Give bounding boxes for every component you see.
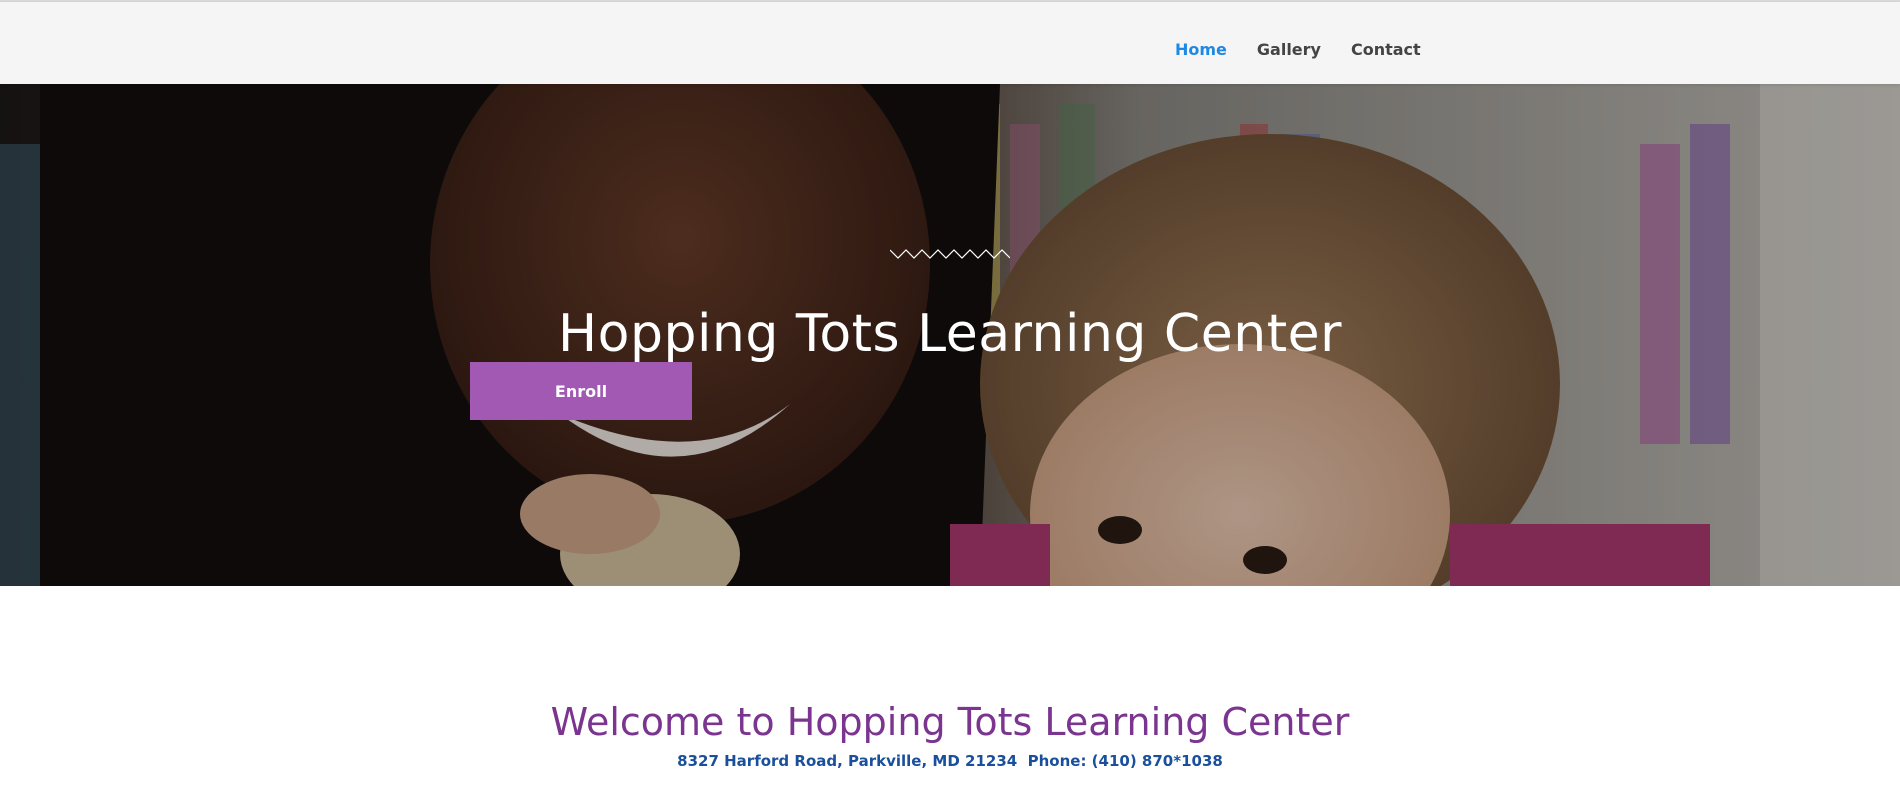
hero-banner: Hopping Tots Learning Center Enroll (0, 84, 1900, 586)
enroll-button[interactable]: Enroll (470, 362, 692, 420)
welcome-heading: Welcome to Hopping Tots Learning Center (550, 699, 1350, 744)
nav-contact-link[interactable]: Contact (1351, 40, 1421, 59)
address-phone-line: 8327 Harford Road, Parkville, MD 21234 P… (677, 752, 1223, 770)
nav-home-link[interactable]: Home (1175, 40, 1227, 59)
main-nav: Home Gallery Contact (1175, 40, 1421, 59)
zigzag-divider-icon (890, 249, 1010, 259)
site-header: Home Gallery Contact (0, 2, 1900, 84)
nav-gallery-link[interactable]: Gallery (1257, 40, 1321, 59)
hero-title: Hopping Tots Learning Center (558, 303, 1342, 364)
